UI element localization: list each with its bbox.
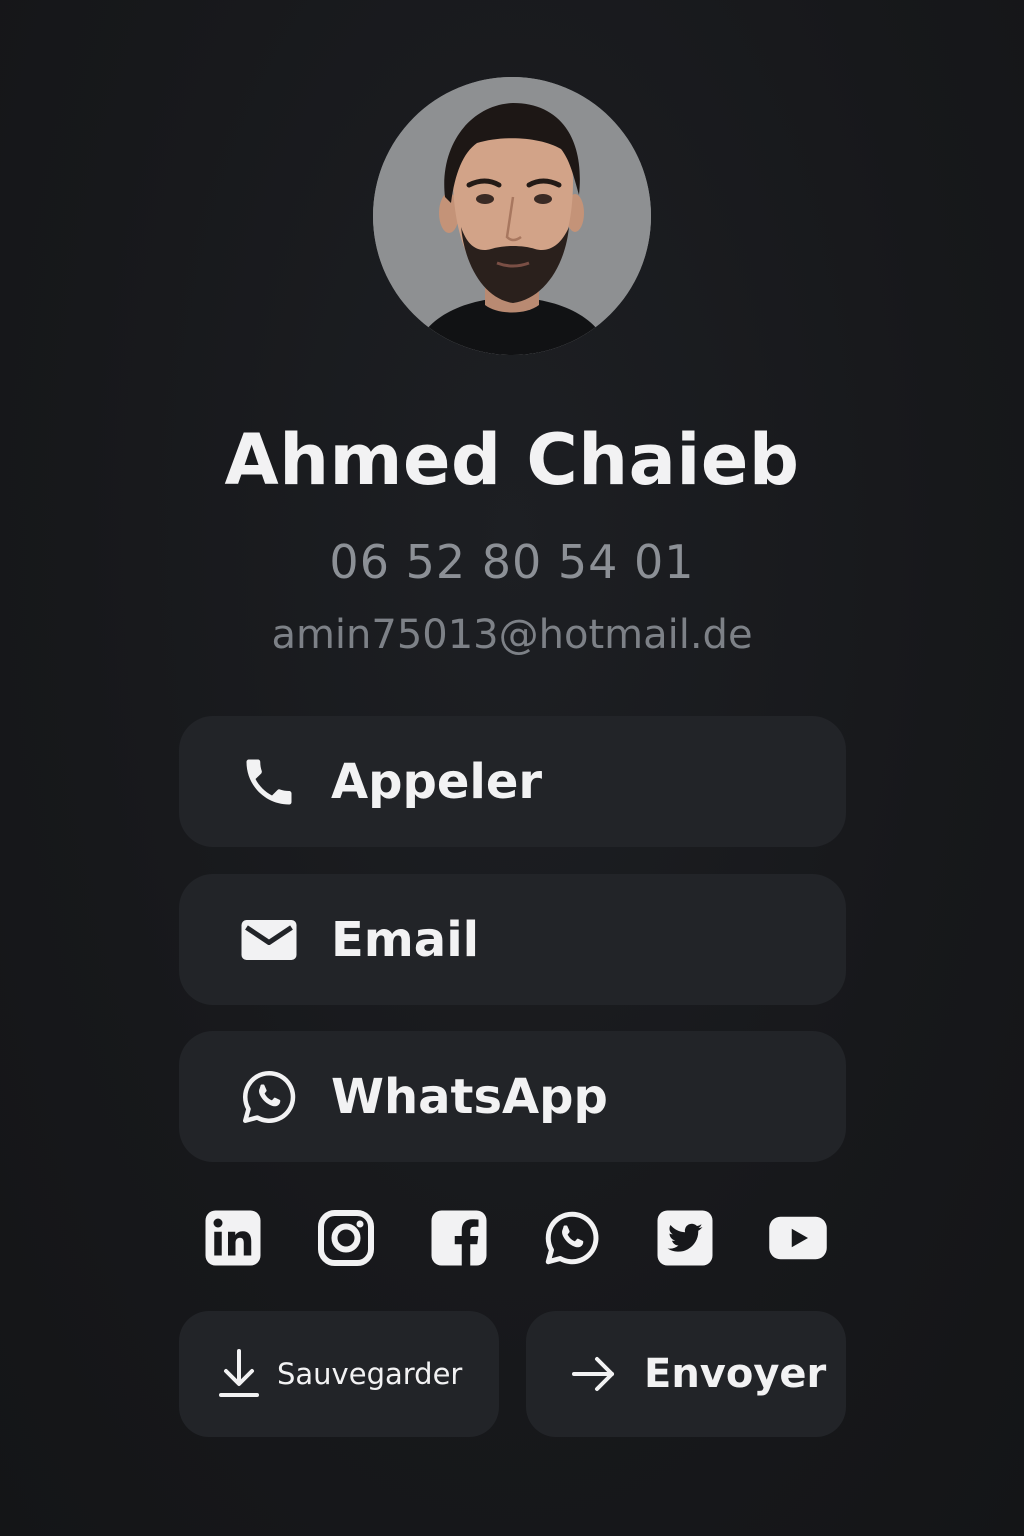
youtube-icon[interactable] [768,1207,828,1269]
linkedin-icon[interactable] [203,1207,263,1269]
phone-icon [239,752,299,812]
contact-phone: 06 52 80 54 01 [329,535,695,589]
email-button[interactable]: Email [179,874,846,1005]
download-icon [217,1347,261,1401]
send-label: Envoyer [644,1351,827,1397]
arrow-right-icon [570,1354,618,1394]
whatsapp-button[interactable]: WhatsApp [179,1031,846,1162]
contact-name: Ahmed Chaieb [224,419,800,501]
whatsapp-icon [239,1067,299,1127]
call-button-label: Appeler [331,753,543,810]
instagram-icon[interactable] [316,1207,376,1269]
email-button-label: Email [331,911,480,968]
send-button[interactable]: Envoyer [526,1311,846,1437]
social-links [179,1207,846,1269]
call-button[interactable]: Appeler [179,716,846,847]
whatsapp-button-label: WhatsApp [331,1068,608,1125]
contact-email: amin75013@hotmail.de [271,612,753,658]
twitter-icon[interactable] [655,1207,715,1269]
facebook-icon[interactable] [429,1207,489,1269]
save-contact-label: Sauvegarder [277,1357,463,1391]
save-contact-button[interactable]: Sauvegarder [179,1311,499,1437]
whatsapp-icon[interactable] [542,1207,602,1269]
mail-icon [239,910,299,970]
profile-photo [373,77,651,355]
contact-card: Ahmed Chaieb 06 52 80 54 01 amin75013@ho… [0,0,1024,1536]
avatar [373,77,651,355]
